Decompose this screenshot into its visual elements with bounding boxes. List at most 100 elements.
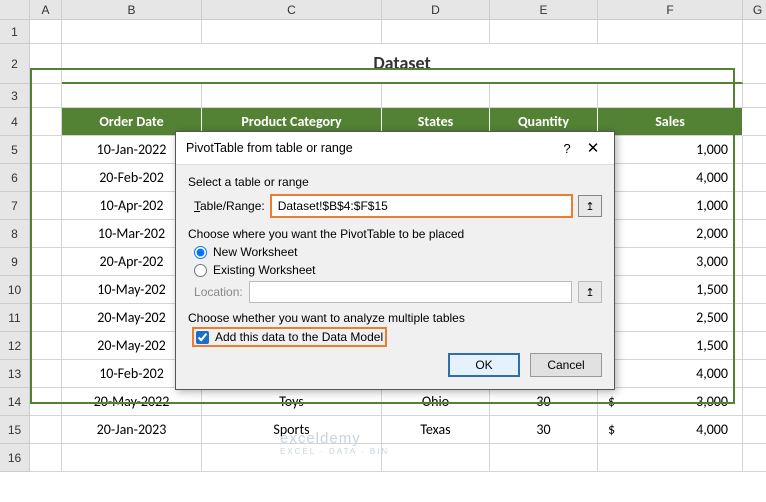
col-header[interactable]: G <box>743 0 766 20</box>
cell[interactable] <box>743 416 766 444</box>
cell[interactable] <box>598 84 743 108</box>
cell[interactable] <box>30 388 62 416</box>
cell[interactable]: $3,000 <box>598 248 743 276</box>
cell[interactable]: $1,500 <box>598 332 743 360</box>
cell[interactable] <box>743 304 766 332</box>
cell[interactable] <box>743 136 766 164</box>
cell[interactable]: $2,500 <box>598 304 743 332</box>
cell[interactable]: Texas <box>382 416 490 444</box>
cell[interactable] <box>30 332 62 360</box>
cell[interactable] <box>743 20 766 44</box>
cancel-button[interactable]: Cancel <box>530 353 602 377</box>
cell[interactable] <box>30 20 62 44</box>
row-header[interactable]: 6 <box>0 164 30 192</box>
cell[interactable]: $1,000 <box>598 136 743 164</box>
cell[interactable] <box>30 248 62 276</box>
cell[interactable] <box>62 444 202 472</box>
new-worksheet-row[interactable]: New Worksheet <box>194 245 602 259</box>
cell[interactable] <box>30 136 62 164</box>
range-picker-icon[interactable]: ↥ <box>578 195 602 217</box>
cell[interactable] <box>30 416 62 444</box>
cell[interactable] <box>598 20 743 44</box>
cell[interactable]: 30 <box>490 388 598 416</box>
cell[interactable] <box>30 164 62 192</box>
help-button[interactable]: ? <box>554 141 580 156</box>
row-header[interactable]: 5 <box>0 136 30 164</box>
cell[interactable] <box>202 444 382 472</box>
cell[interactable] <box>202 84 382 108</box>
cell[interactable] <box>30 304 62 332</box>
row-header[interactable]: 4 <box>0 108 30 136</box>
cell[interactable]: $4,000 <box>598 164 743 192</box>
cell[interactable] <box>30 360 62 388</box>
cell[interactable] <box>743 248 766 276</box>
cell[interactable]: 20-May-2022 <box>62 388 202 416</box>
cell[interactable] <box>30 444 62 472</box>
cell[interactable] <box>743 388 766 416</box>
cell[interactable] <box>743 44 766 84</box>
cell[interactable] <box>598 444 743 472</box>
row-header[interactable]: 2 <box>0 44 30 84</box>
cell[interactable] <box>202 20 382 44</box>
cell[interactable]: 20-Jan-2023 <box>62 416 202 444</box>
ok-button[interactable]: OK <box>448 353 520 377</box>
existing-worksheet-row[interactable]: Existing Worksheet <box>194 263 602 277</box>
row-header[interactable]: 15 <box>0 416 30 444</box>
cell[interactable]: $4,000 <box>598 416 743 444</box>
cell[interactable] <box>30 108 62 136</box>
cell[interactable]: Ohio <box>382 388 490 416</box>
cell[interactable] <box>30 84 62 108</box>
cell[interactable] <box>30 44 62 84</box>
cell[interactable] <box>743 220 766 248</box>
cell[interactable]: $3,000 <box>598 388 743 416</box>
cell[interactable] <box>62 20 202 44</box>
select-all[interactable] <box>0 0 30 20</box>
cell[interactable]: $1,500 <box>598 276 743 304</box>
new-worksheet-radio[interactable] <box>194 246 207 259</box>
cell[interactable] <box>743 108 766 136</box>
row-header[interactable]: 14 <box>0 388 30 416</box>
data-model-row[interactable]: Add this data to the Data Model <box>194 329 602 345</box>
row-header[interactable]: 13 <box>0 360 30 388</box>
col-header[interactable]: C <box>202 0 382 20</box>
cell[interactable]: $1,000 <box>598 192 743 220</box>
cell[interactable] <box>490 20 598 44</box>
col-header[interactable]: D <box>382 0 490 20</box>
dataset-title[interactable]: Dataset <box>62 44 743 84</box>
cell[interactable] <box>30 192 62 220</box>
table-range-input[interactable] <box>271 195 572 217</box>
existing-worksheet-radio[interactable] <box>194 264 207 277</box>
row-header[interactable]: 12 <box>0 332 30 360</box>
cell[interactable] <box>743 360 766 388</box>
cell[interactable] <box>743 192 766 220</box>
cell[interactable] <box>30 276 62 304</box>
row-header[interactable]: 8 <box>0 220 30 248</box>
row-header[interactable]: 1 <box>0 20 30 44</box>
col-header[interactable]: A <box>30 0 62 20</box>
row-header[interactable]: 9 <box>0 248 30 276</box>
cell[interactable] <box>382 20 490 44</box>
cell[interactable]: $4,000 <box>598 360 743 388</box>
close-icon[interactable]: ✕ <box>580 139 606 157</box>
cell[interactable] <box>743 332 766 360</box>
row-header[interactable]: 16 <box>0 444 30 472</box>
col-header[interactable]: F <box>598 0 743 20</box>
cell[interactable]: Toys <box>202 388 382 416</box>
cell[interactable] <box>62 84 202 108</box>
data-model-checkbox[interactable] <box>196 331 209 344</box>
row-header[interactable]: 3 <box>0 84 30 108</box>
cell[interactable] <box>743 444 766 472</box>
location-picker-icon[interactable]: ↥ <box>578 281 602 303</box>
row-header[interactable]: 7 <box>0 192 30 220</box>
cell[interactable] <box>382 444 490 472</box>
row-header[interactable]: 10 <box>0 276 30 304</box>
cell[interactable] <box>743 84 766 108</box>
cell[interactable] <box>382 84 490 108</box>
cell[interactable] <box>743 276 766 304</box>
table-header[interactable]: Sales <box>598 108 743 136</box>
row-header[interactable]: 11 <box>0 304 30 332</box>
cell[interactable] <box>30 220 62 248</box>
col-header[interactable]: E <box>490 0 598 20</box>
cell[interactable] <box>743 164 766 192</box>
cell[interactable]: $2,000 <box>598 220 743 248</box>
